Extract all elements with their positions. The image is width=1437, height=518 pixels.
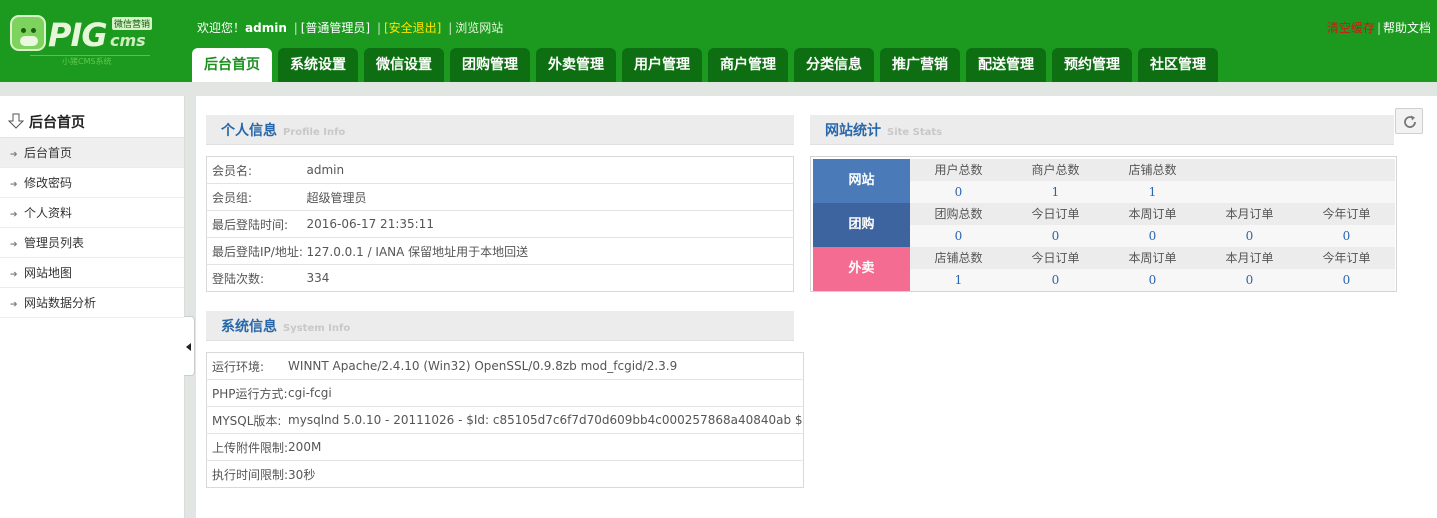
profile-title-en: Profile Info <box>283 127 346 138</box>
sidebar-item-home[interactable]: ➔ 后台首页 <box>0 138 184 168</box>
sidebar-collapse-toggle[interactable] <box>184 316 195 376</box>
profile-title: 个人信息 <box>221 123 277 139</box>
system-table: 运行环境: WINNT Apache/2.4.10 (Win32) OpenSSL… <box>206 352 804 488</box>
stats-label: 团购 <box>813 203 910 247</box>
stats-row-groupbuy: 团购 团购总数 0 今日订单 0 本周订单 0 本月订单 0 今年订单 0 <box>813 203 1396 247</box>
table-row: 最后登陆时间: 2016-06-17 21:35:11 <box>206 210 794 238</box>
stats-row-site: 网站 用户总数 0 商户总数 1 店铺总数 1 <box>813 159 1396 203</box>
stats-cell: 本周订单 0 <box>1104 203 1201 247</box>
clear-cache-link[interactable]: 清空缓存 <box>1327 21 1375 35</box>
logo-sub: 小猪CMS系统 <box>30 55 150 66</box>
stats-cell <box>1201 159 1298 203</box>
header: PIG 微信营销 cms 小猪CMS系统 欢迎您！admin | [普通管理员] … <box>0 0 1437 82</box>
tab-delivery[interactable]: 配送管理 <box>966 48 1046 82</box>
stats-title: 网站统计 <box>825 123 881 139</box>
stats-label: 网站 <box>813 159 910 203</box>
logo-tag: 微信营销 <box>112 17 153 30</box>
tab-classifieds[interactable]: 分类信息 <box>794 48 874 82</box>
arrow-right-icon: ➔ <box>10 270 18 280</box>
stats-cell: 店铺总数 1 <box>1104 159 1201 203</box>
tab-home[interactable]: 后台首页 <box>192 48 272 82</box>
pig-logo-icon <box>10 15 46 51</box>
arrow-right-icon: ➔ <box>10 150 18 160</box>
sidebar-item-data-analysis[interactable]: ➔ 网站数据分析 <box>0 288 184 318</box>
stats-cell: 团购总数 0 <box>910 203 1007 247</box>
main-nav: 后台首页 系统设置 微信设置 团购管理 外卖管理 用户管理 商户管理 分类信息 … <box>192 48 1224 82</box>
logo[interactable]: PIG 微信营销 cms 小猪CMS系统 <box>8 12 158 70</box>
tab-takeout[interactable]: 外卖管理 <box>536 48 616 82</box>
table-row: PHP运行方式: cgi-fcgi <box>206 379 804 407</box>
header-strip <box>0 82 1437 96</box>
logo-brand: PIG <box>48 16 108 54</box>
sidebar-item-change-password[interactable]: ➔ 修改密码 <box>0 168 184 198</box>
tab-wechat-settings[interactable]: 微信设置 <box>364 48 444 82</box>
sidebar-item-profile[interactable]: ➔ 个人资料 <box>0 198 184 228</box>
stats-label: 外卖 <box>813 247 910 291</box>
stats-cell: 今日订单 0 <box>1007 203 1104 247</box>
system-title: 系统信息 <box>221 319 277 335</box>
sidebar-item-site-map[interactable]: ➔ 网站地图 <box>0 258 184 288</box>
table-row: 执行时间限制: 30秒 <box>212 467 316 482</box>
system-panel-header: 系统信息 System Info <box>206 311 794 341</box>
tab-merchants[interactable]: 商户管理 <box>708 48 788 82</box>
arrow-down-icon <box>8 113 24 129</box>
header-right-links: 清空缓存 | 帮助文档 <box>1326 21 1431 35</box>
tab-system-settings[interactable]: 系统设置 <box>278 48 358 82</box>
sidebar-item-admin-list[interactable]: ➔ 管理员列表 <box>0 228 184 258</box>
stats-title-en: Site Stats <box>887 127 943 138</box>
stats-cell: 今年订单 0 <box>1298 203 1395 247</box>
stats-row-takeout: 外卖 店铺总数 1 今日订单 0 本周订单 0 本月订单 0 今年订单 0 <box>813 247 1396 291</box>
stats-panel-header: 网站统计 Site Stats <box>810 115 1394 145</box>
stats-table: 网站 用户总数 0 商户总数 1 店铺总数 1 团购 团购总数 0 今日订单 0 本周订单… <box>810 156 1397 292</box>
arrow-right-icon: ➔ <box>10 210 18 220</box>
arrow-right-icon: ➔ <box>10 240 18 250</box>
profile-panel-header: 个人信息 Profile Info <box>206 115 794 145</box>
role-badge: [普通管理员] <box>300 21 371 35</box>
table-row: MYSQL版本: mysqlnd 5.0.10 - 20111026 - $Id:… <box>206 406 804 434</box>
stats-cell: 用户总数 0 <box>910 159 1007 203</box>
arrow-right-icon: ➔ <box>10 180 18 190</box>
table-row: 运行环境: WINNT Apache/2.4.10 (Win32) OpenSSL… <box>206 352 804 380</box>
stats-cell: 店铺总数 1 <box>910 247 1007 291</box>
stats-cell <box>1298 159 1395 203</box>
sidebar-title: 后台首页 <box>8 112 85 134</box>
sidebar-menu: ➔ 后台首页 ➔ 修改密码 ➔ 个人资料 ➔ 管理员列表 ➔ 网站地图 ➔ 网站数据分析 <box>0 138 184 318</box>
tab-community[interactable]: 社区管理 <box>1138 48 1218 82</box>
table-row: 最后登陆IP/地址: 127.0.0.1 / IANA 保留地址用于本地回送 <box>206 237 794 265</box>
stats-cell: 今日订单 0 <box>1007 247 1104 291</box>
triangle-left-icon <box>186 343 191 351</box>
system-title-en: System Info <box>283 323 351 334</box>
stats-cell: 商户总数 1 <box>1007 159 1104 203</box>
sidebar-gutter <box>185 96 196 518</box>
stats-cell: 今年订单 0 <box>1298 247 1395 291</box>
tab-users[interactable]: 用户管理 <box>622 48 702 82</box>
refresh-button[interactable] <box>1395 108 1423 134</box>
table-row: 登陆次数: 334 <box>212 271 330 286</box>
stats-cell: 本周订单 0 <box>1104 247 1201 291</box>
username: admin <box>245 21 287 35</box>
topbar: 欢迎您！admin | [普通管理员] | [安全退出] | 浏览网站 <box>197 21 504 35</box>
table-row: 会员名: admin <box>206 156 794 184</box>
help-docs-link[interactable]: 帮助文档 <box>1383 21 1431 35</box>
table-row: 上传附件限制: 200M <box>206 433 804 461</box>
stats-cell: 本月订单 0 <box>1201 247 1298 291</box>
profile-table: 会员名: admin 会员组: 超级管理员 最后登陆时间: 2016-06-17 21… <box>206 156 794 292</box>
stats-cell: 本月订单 0 <box>1201 203 1298 247</box>
table-row: 会员组: 超级管理员 <box>206 183 794 211</box>
browse-site-link[interactable]: 浏览网站 <box>455 21 503 35</box>
refresh-icon <box>1404 115 1416 128</box>
tab-groupbuy[interactable]: 团购管理 <box>450 48 530 82</box>
arrow-right-icon: ➔ <box>10 300 18 310</box>
tab-marketing[interactable]: 推广营销 <box>880 48 960 82</box>
sidebar: 后台首页 ➔ 后台首页 ➔ 修改密码 ➔ 个人资料 ➔ 管理员列表 ➔ 网站地图 ➔ 网站数… <box>0 96 185 518</box>
logo-suffix: cms <box>110 31 146 50</box>
welcome-text: 欢迎您！ <box>197 21 246 35</box>
logout-link[interactable]: [安全退出] <box>384 21 441 35</box>
tab-appointments[interactable]: 预约管理 <box>1052 48 1132 82</box>
